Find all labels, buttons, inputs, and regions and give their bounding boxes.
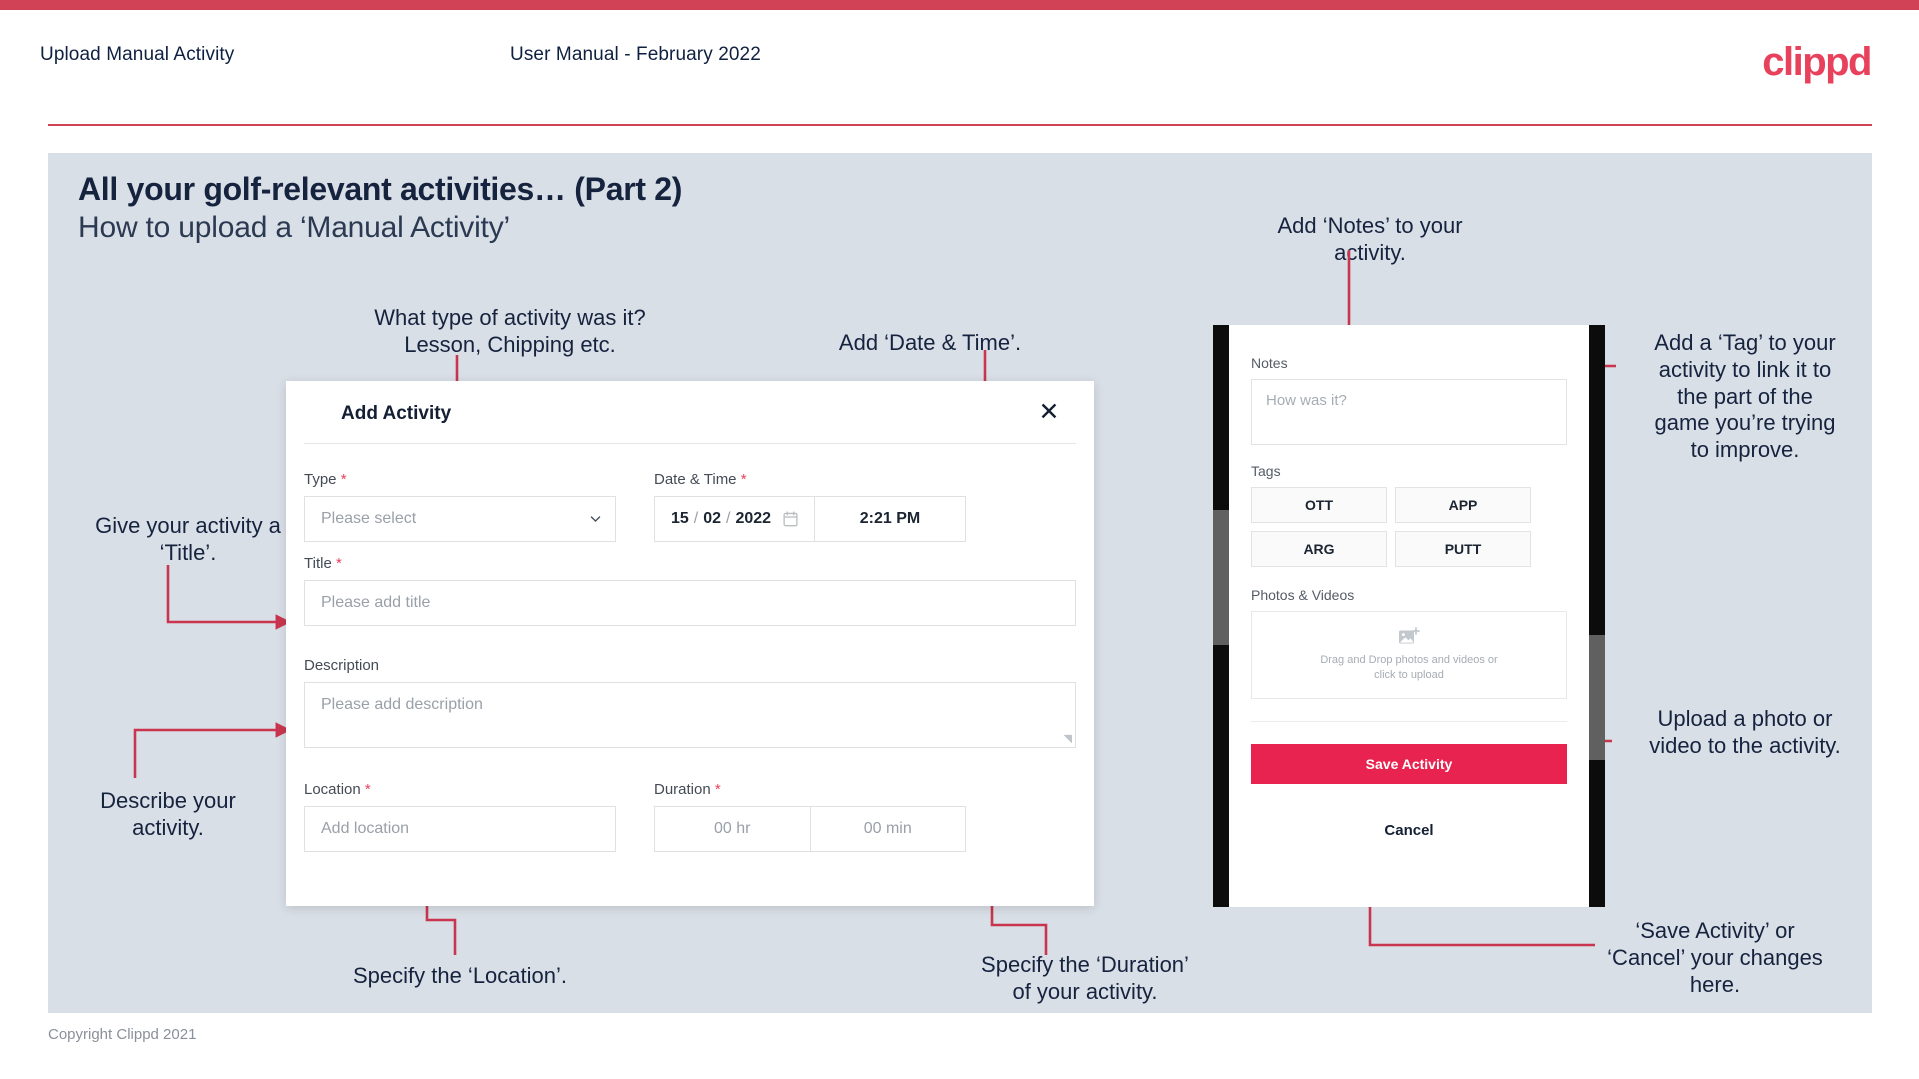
tag-app[interactable]: APP [1395, 487, 1531, 523]
annotation-tags: Add a ‘Tag’ to your activity to link it … [1654, 330, 1836, 463]
photos-label: Photos & Videos [1251, 587, 1355, 603]
field-description: Description Please add description ◥ [304, 657, 1076, 748]
tags-grid: OTT APP ARG PUTT [1251, 487, 1567, 567]
phone-volume-button [1213, 510, 1229, 645]
duration-minutes-input[interactable]: 00 min [809, 806, 966, 852]
row-title: Title * Please add title [304, 555, 1076, 626]
field-location: Location * Add location [304, 781, 616, 852]
modal-divider [304, 443, 1076, 444]
header-subtitle: User Manual - February 2022 [510, 44, 761, 65]
add-activity-modal: Add Activity ✕ Type * Please select Date… [286, 381, 1094, 906]
field-label-description: Description [304, 657, 1076, 674]
phone-frame-left [1213, 325, 1229, 907]
required-marker: * [335, 555, 342, 572]
cancel-button[interactable]: Cancel [1251, 822, 1567, 839]
footer-copyright: Copyright Clippd 2021 [48, 1026, 197, 1043]
phone-mockup: Notes How was it? Tags OTT APP ARG PUTT … [1213, 325, 1605, 907]
annotation-upload: Upload a photo or video to the activity. [1649, 706, 1841, 758]
field-datetime: Date & Time * 15 / 02 / 2022 2:21 PM [654, 471, 966, 542]
field-duration: Duration * 00 hr 00 min [654, 781, 966, 852]
row-description: Description Please add description ◥ [304, 657, 1076, 748]
annotation-description: Describe your activity. [100, 788, 236, 840]
label-text: Location [304, 781, 361, 798]
tag-ott[interactable]: OTT [1251, 487, 1387, 523]
label-text: Duration [654, 781, 711, 798]
dropzone-line2: click to upload [1374, 669, 1444, 681]
field-label-title: Title * [304, 555, 1076, 572]
annotation-notes: Add ‘Notes’ to your activity. [1277, 213, 1463, 265]
field-title: Title * Please add title [304, 555, 1076, 626]
photo-dropzone[interactable]: Drag and Drop photos and videos or click… [1251, 611, 1567, 699]
description-textarea[interactable]: Please add description ◥ [304, 682, 1076, 748]
type-select[interactable]: Please select [304, 496, 616, 542]
field-label-location: Location * [304, 781, 616, 798]
dropzone-line1: Drag and Drop photos and videos or [1320, 653, 1498, 666]
tag-putt[interactable]: PUTT [1395, 531, 1531, 567]
phone-power-button [1589, 635, 1605, 760]
field-label-datetime: Date & Time * [654, 471, 966, 488]
row-type-datetime: Type * Please select Date & Time * 15 / … [304, 471, 966, 542]
location-input[interactable]: Add location [304, 806, 616, 852]
modal-header: Add Activity ✕ [286, 381, 1094, 443]
annotation-datetime: Add ‘Date & Time’. [838, 330, 1022, 355]
notes-label: Notes [1251, 355, 1288, 371]
datetime-group: 15 / 02 / 2022 2:21 PM [654, 496, 966, 542]
field-label-duration: Duration * [654, 781, 966, 798]
slide-root: Upload Manual Activity User Manual - Feb… [0, 0, 1919, 1079]
header-divider [48, 124, 1872, 126]
annotation-location: Specify the ‘Location’. [352, 963, 568, 988]
date-input[interactable]: 15 / 02 / 2022 [654, 496, 814, 542]
annotation-type: What type of activity was it? Lesson, Ch… [374, 305, 646, 357]
top-accent-stripe [0, 0, 1919, 10]
date-sep-1: / [693, 510, 699, 527]
phone-frame-right [1589, 325, 1605, 907]
phone-divider [1251, 721, 1567, 722]
calendar-icon[interactable] [783, 511, 798, 527]
phone-screen: Notes How was it? Tags OTT APP ARG PUTT … [1229, 325, 1589, 907]
date-sep-2: / [726, 510, 731, 527]
label-text: Title [304, 555, 332, 572]
notes-textarea[interactable]: How was it? [1251, 379, 1567, 445]
resize-grip-icon[interactable]: ◥ [1064, 732, 1072, 745]
title-input[interactable]: Please add title [304, 580, 1076, 626]
required-marker: * [364, 781, 371, 798]
annotation-duration: Specify the ‘Duration’ of your activity. [981, 952, 1189, 1004]
required-marker: * [340, 471, 347, 488]
date-day: 15 [670, 510, 689, 527]
annotation-save-cancel: ‘Save Activity’ or ‘Cancel’ your changes… [1607, 918, 1823, 997]
label-text: Type [304, 471, 337, 488]
duration-group: 00 hr 00 min [654, 806, 966, 852]
save-activity-button[interactable]: Save Activity [1251, 744, 1567, 784]
header-title: Upload Manual Activity [40, 44, 235, 65]
label-text: Date & Time [654, 471, 737, 488]
date-month: 02 [703, 510, 721, 527]
page-title: All your golf-relevant activities… (Part… [78, 171, 683, 207]
time-input[interactable]: 2:21 PM [814, 496, 966, 542]
description-placeholder: Please add description [321, 696, 483, 713]
page-subtitle: How to upload a ‘Manual Activity’ [78, 211, 510, 244]
duration-hours-input[interactable]: 00 hr [654, 806, 810, 852]
required-marker: * [740, 471, 747, 488]
add-image-icon [1399, 626, 1420, 644]
dropzone-text: Drag and Drop photos and videos or click… [1320, 653, 1497, 684]
required-marker: * [714, 781, 721, 798]
field-type: Type * Please select [304, 471, 616, 542]
label-text: Description [304, 657, 380, 674]
close-icon[interactable]: ✕ [1032, 395, 1066, 429]
field-label-type: Type * [304, 471, 616, 488]
type-select-wrap: Please select [304, 496, 616, 542]
clippd-logo: clippd [1762, 40, 1872, 84]
date-year: 2022 [735, 510, 772, 527]
row-location-duration: Location * Add location Duration * 00 hr… [304, 781, 966, 852]
tags-label: Tags [1251, 463, 1281, 479]
modal-title: Add Activity [341, 403, 452, 424]
tag-arg[interactable]: ARG [1251, 531, 1387, 567]
